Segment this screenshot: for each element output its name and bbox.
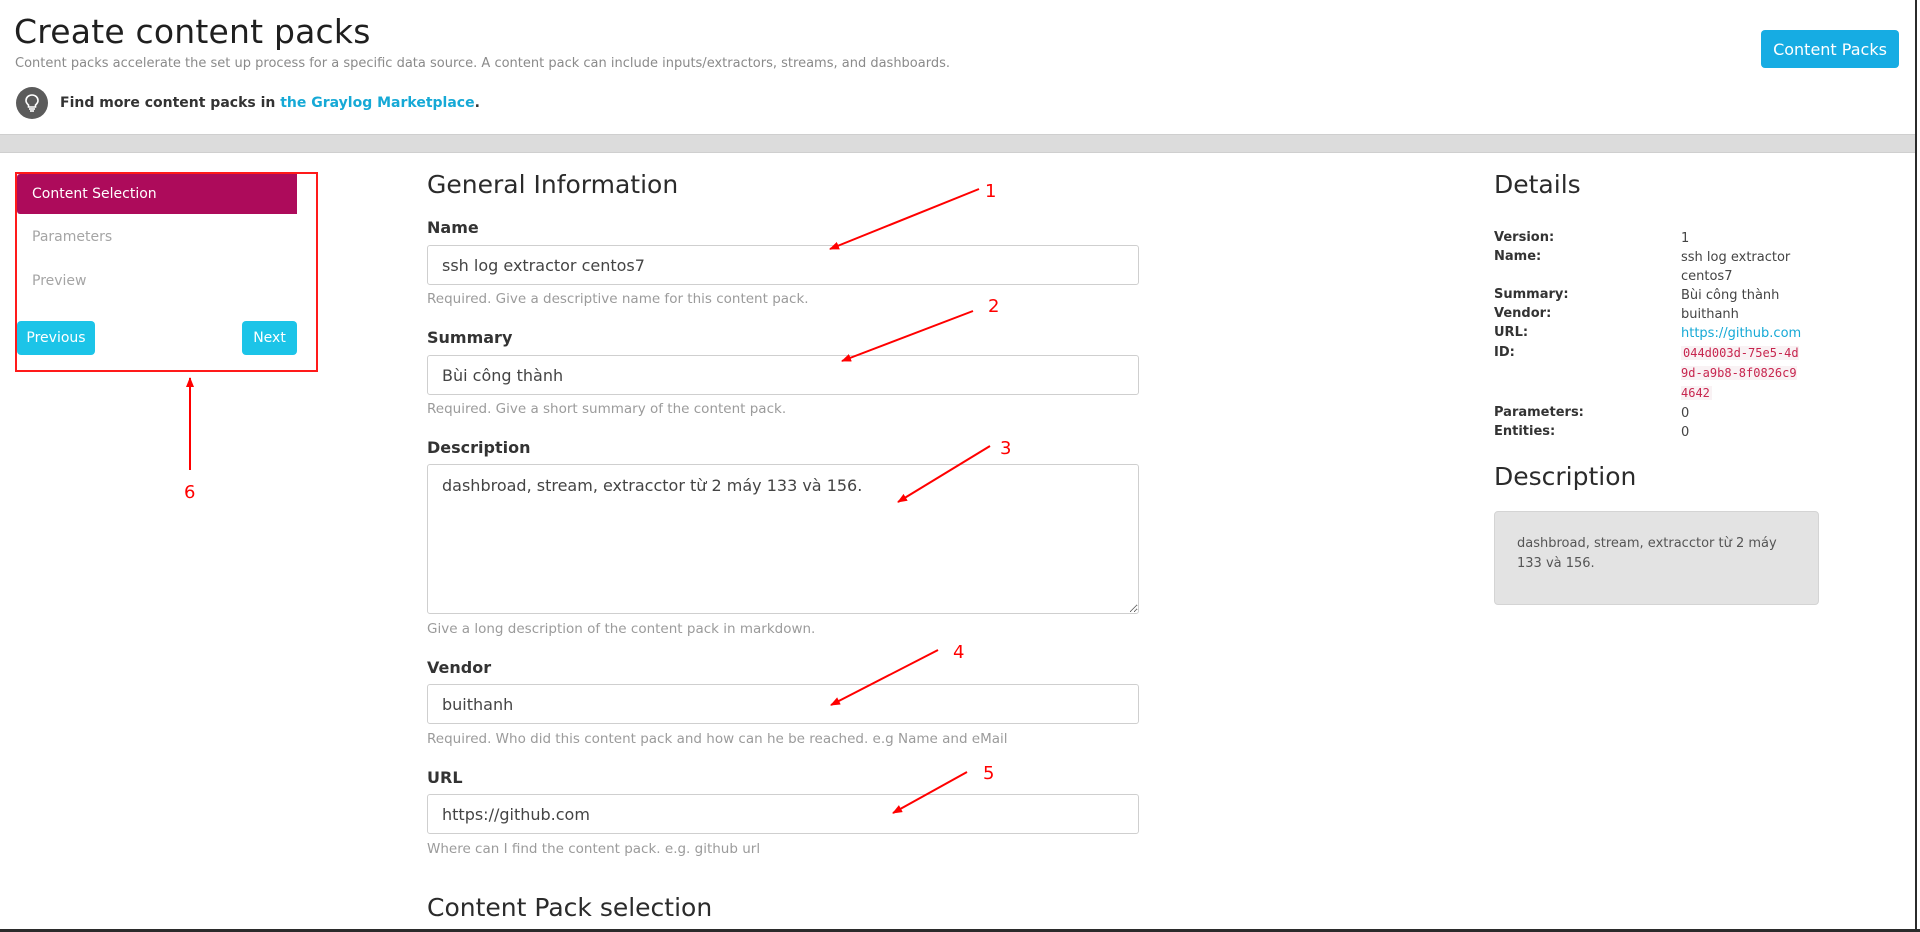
details-description-title: Description <box>1494 462 1637 491</box>
page-subtitle: Content packs accelerate the set up proc… <box>15 56 951 71</box>
url-input[interactable] <box>427 794 1139 834</box>
url-help: Where can I find the content pack. e.g. … <box>427 841 761 857</box>
description-help: Give a long description of the content p… <box>427 621 816 637</box>
details-name-label: Name: <box>1494 249 1542 264</box>
window-edge-right <box>1915 0 1917 932</box>
annotation-highlight-box <box>15 172 318 372</box>
url-label: URL <box>427 768 463 787</box>
details-entities-label: Entities: <box>1494 424 1556 439</box>
summary-label: Summary <box>427 328 513 347</box>
marketplace-hint: Find more content packs in the Graylog M… <box>60 95 480 111</box>
details-vendor-value: buithanh <box>1681 307 1739 322</box>
vendor-help: Required. Who did this content pack and … <box>427 731 1008 747</box>
marketplace-suffix: . <box>474 95 480 111</box>
description-textarea[interactable]: dashbroad, stream, extracctor từ 2 máy 1… <box>427 464 1139 614</box>
details-version-value: 1 <box>1681 231 1690 246</box>
summary-input[interactable] <box>427 355 1139 395</box>
details-version-label: Version: <box>1494 230 1555 245</box>
general-information-title: General Information <box>427 170 679 199</box>
vendor-label: Vendor <box>427 658 492 677</box>
details-name-value: ssh log extractor centos7 <box>1681 250 1791 284</box>
details-summary-value: Bùi công thành <box>1681 288 1780 303</box>
name-help: Required. Give a descriptive name for th… <box>427 291 809 307</box>
details-url-link[interactable]: https://github.com <box>1681 324 1809 343</box>
annotation-number-3: 3 <box>1000 438 1012 459</box>
annotation-number-6: 6 <box>184 482 196 503</box>
details-id-label: ID: <box>1494 345 1515 360</box>
annotation-arrow-1 <box>829 188 980 250</box>
details-description-box: dashbroad, stream, extracctor từ 2 máy 1… <box>1494 511 1819 605</box>
details-entities-value: 0 <box>1681 425 1690 440</box>
vendor-input[interactable] <box>427 684 1139 724</box>
annotation-arrow-2 <box>841 310 974 362</box>
annotation-number-5: 5 <box>983 763 995 784</box>
content-pack-selection-title: Content Pack selection <box>427 893 713 922</box>
summary-help: Required. Give a short summary of the co… <box>427 401 787 417</box>
annotation-number-1: 1 <box>985 181 997 202</box>
details-id-code: 044d003d-75e5-4d9d-a9b8-8f0826c94642 <box>1681 346 1799 400</box>
lightbulb-icon <box>16 87 48 119</box>
name-input[interactable] <box>427 245 1139 285</box>
marketplace-prefix: Find more content packs in <box>60 95 276 111</box>
details-summary-label: Summary: <box>1494 287 1569 302</box>
annotation-number-2: 2 <box>988 296 1000 317</box>
details-url-label: URL: <box>1494 325 1529 340</box>
details-title: Details <box>1494 170 1581 199</box>
details-parameters-label: Parameters: <box>1494 405 1584 420</box>
name-label: Name <box>427 218 479 237</box>
details-parameters-value: 0 <box>1681 406 1690 421</box>
details-id-value: 044d003d-75e5-4d9d-a9b8-8f0826c94642 <box>1681 343 1799 403</box>
page-header: Create content packs Content packs accel… <box>0 0 1915 134</box>
page-title: Create content packs <box>14 12 371 51</box>
details-vendor-label: Vendor: <box>1494 306 1552 321</box>
description-label: Description <box>427 438 531 457</box>
content-packs-button[interactable]: Content Packs <box>1761 30 1899 68</box>
marketplace-link[interactable]: the Graylog Marketplace <box>280 95 474 111</box>
header-divider <box>0 134 1915 153</box>
annotation-number-4: 4 <box>953 642 965 663</box>
